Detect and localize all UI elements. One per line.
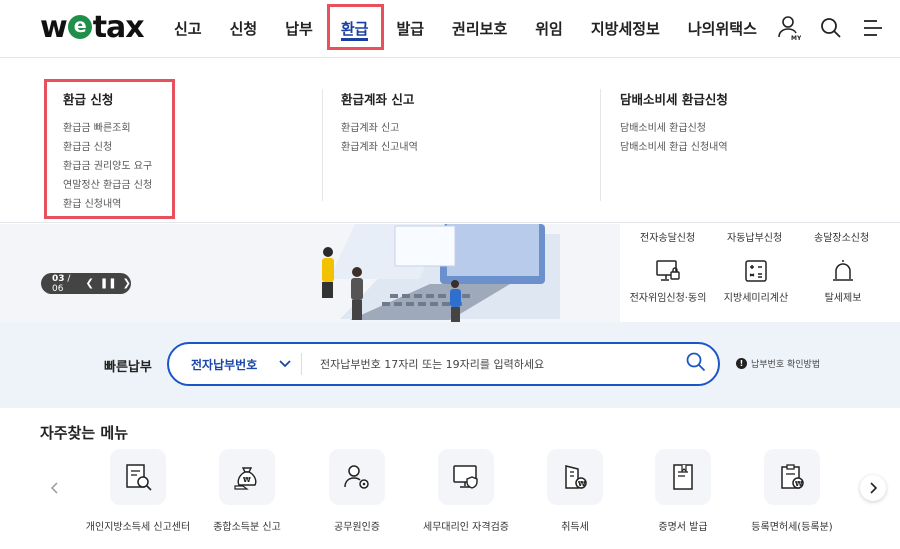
chevron-down-icon [279,357,291,371]
svg-text:MY: MY [791,35,801,41]
building-coin-icon: ₩ [547,449,603,505]
frequent-item-label: 등록면허세(등록분) [751,522,833,533]
quick-pay-title: 빠른납부 [104,360,152,375]
payment-number-help-link[interactable]: ! 납부번호 확인방법 [736,357,820,370]
nav-apply[interactable]: 신청 [216,0,272,58]
mega-link[interactable]: 담배소비세 환급신청 [620,119,728,138]
frequent-item-certificate-issue[interactable]: 증명서 발급 [628,449,738,533]
wetax-logo[interactable]: w e tax [40,9,145,45]
nav-report[interactable]: 신고 [160,0,216,58]
frequent-item-label: 개인지방소득세 신고센터 [85,522,191,533]
monitor-shield-icon [438,449,494,505]
mega-col-tobacco-refund: 담배소비세 환급신청 담배소비세 환급신청 담배소비세 환급 신청내역 [620,89,728,157]
mega-link[interactable]: 연말정산 환급금 신청 [63,176,152,195]
banner-controls: 03 / 06 ❮ ❚❚ ❯ [41,273,131,294]
nav-refund[interactable]: 환급 [327,0,383,58]
next-arrow-icon[interactable]: ❯ [123,278,131,289]
mega-divider [600,89,601,201]
quick-link-label: 전자위임신청·동의 [629,293,707,304]
mega-col-refund-account: 환급계좌 신고 환급계좌 신고 환급계좌 신고내역 [341,89,418,157]
refund-mega-menu: 환급 신청 환급금 빠른조회 환급금 신청 환급금 권리양도 요구 연말정산 환… [0,59,900,223]
frequent-item-label: 취득세 [561,522,589,533]
quick-links-panel: 전자송달신청 자동납부신청 송달장소신청 전자위임신청·동의 지방세미리계산 탈… [620,224,900,322]
quick-pay-box: 전자납부번호 [167,342,720,386]
frequent-item-official-auth[interactable]: 공무원인증 [302,449,412,533]
quick-link-delivery-address[interactable]: 송달장소신청 [814,229,869,244]
quick-link-tax-evasion-report[interactable]: 탈세제보 [798,257,888,304]
frequent-item-comprehensive-income[interactable]: ₩ 종합소득분 신고 [192,449,302,533]
frequent-item-label: 증명서 발급 [658,522,708,533]
help-text: 납부번호 확인방법 [751,360,821,370]
quick-link-e-delegation[interactable]: 전자위임신청·동의 [623,257,713,304]
chevron-left-icon [50,482,58,494]
main-nav: 신고 신청 납부 환급 발급 권리보호 위임 지방세정보 나의위택스 [160,0,771,58]
logo-e-circle: e [67,15,92,39]
prev-arrow-icon[interactable]: ❮ [85,278,93,289]
mega-col-title[interactable]: 환급 신청 [63,89,152,108]
frequent-item-local-income-tax[interactable]: 개인지방소득세 신고센터 [83,449,193,533]
calculator-icon [711,257,801,285]
mega-link[interactable]: 환급계좌 신고 [341,119,418,138]
nav-my-wetax[interactable]: 나의위택스 [674,0,771,58]
siren-icon [798,257,888,285]
my-user-icon[interactable]: MY [776,14,802,42]
carousel-next-button[interactable] [860,475,886,501]
quick-pay-section: 빠른납부 전자납부번호 ! 납부번호 확인방법 [0,322,900,408]
frequent-menu-title: 자주찾는 메뉴 [40,424,129,442]
mega-link[interactable]: 담배소비세 환급 신청내역 [620,138,728,157]
quick-link-e-delivery[interactable]: 전자송달신청 [640,229,695,244]
chevron-right-icon [870,482,878,494]
nav-delegation[interactable]: 위임 [521,0,577,58]
search-icon [686,352,706,376]
quick-link-tax-calculator[interactable]: 지방세미리계산 [711,257,801,304]
monitor-lock-icon [623,257,713,285]
quick-link-label: 지방세미리계산 [723,293,789,304]
svg-text:₩: ₩ [243,476,251,484]
logo-text-tax: tax [92,9,145,45]
quick-link-auto-payment[interactable]: 자동납부신청 [727,229,782,244]
frequent-item-label: 공무원인증 [334,522,380,533]
payment-type-select[interactable]: 전자납부번호 [169,353,302,375]
header-icons: MY [776,14,886,42]
site-header: w e tax 신고 신청 납부 환급 발급 권리보호 위임 지방세정보 나의위택스… [0,0,900,58]
clipboard-coin-icon: ₩ [764,449,820,505]
mega-link[interactable]: 환급 신청내역 [63,195,152,214]
svg-text:₩: ₩ [795,480,803,488]
search-icon[interactable] [818,14,844,42]
carousel-prev-button[interactable] [42,475,68,501]
quick-pay-search-button[interactable] [674,344,718,384]
frequent-item-label: 세무대리인 자격검증 [423,522,509,533]
mega-col-title[interactable]: 담배소비세 환급신청 [620,89,728,108]
user-gear-icon [329,449,385,505]
banner-counter-current: 03 [52,273,65,284]
nav-payment[interactable]: 납부 [271,0,327,58]
nav-issue[interactable]: 발급 [382,0,438,58]
payment-type-value: 전자납부번호 [191,357,258,372]
nav-local-tax-info[interactable]: 지방세정보 [577,0,674,58]
certificate-icon [655,449,711,505]
pause-icon[interactable]: ❚❚ [100,278,117,289]
mega-col-refund-apply: 환급 신청 환급금 빠른조회 환급금 신청 환급금 권리양도 요구 연말정산 환… [63,89,152,214]
mega-link[interactable]: 환급계좌 신고내역 [341,138,418,157]
svg-text:₩: ₩ [578,480,586,488]
banner-illustration [322,224,560,322]
logo-text-w: w [40,9,68,45]
mega-col-title[interactable]: 환급계좌 신고 [341,89,418,108]
frequent-item-registration-license-tax[interactable]: ₩ 등록면허세(등록분) [737,449,847,533]
mega-link[interactable]: 환급금 신청 [63,138,152,157]
quick-link-label: 탈세제보 [824,293,862,304]
money-bag-icon: ₩ [219,449,275,505]
mega-link[interactable]: 환급금 빠른조회 [63,119,152,138]
nav-rights[interactable]: 권리보호 [438,0,521,58]
document-search-icon [110,449,166,505]
frequent-item-acquisition-tax[interactable]: ₩ 취득세 [520,449,630,533]
payment-number-input[interactable] [302,357,674,371]
mega-link[interactable]: 환급금 권리양도 요구 [63,157,152,176]
frequent-item-tax-agent-verify[interactable]: 세무대리인 자격검증 [411,449,521,533]
menu-icon[interactable] [860,14,886,42]
mega-divider [322,89,323,201]
main-banner: 03 / 06 ❮ ❚❚ ❯ 전자송달신청 자동납부신청 송달장소신청 전자위임… [0,224,900,322]
info-icon: ! [736,358,747,369]
frequent-item-label: 종합소득분 신고 [213,522,281,533]
